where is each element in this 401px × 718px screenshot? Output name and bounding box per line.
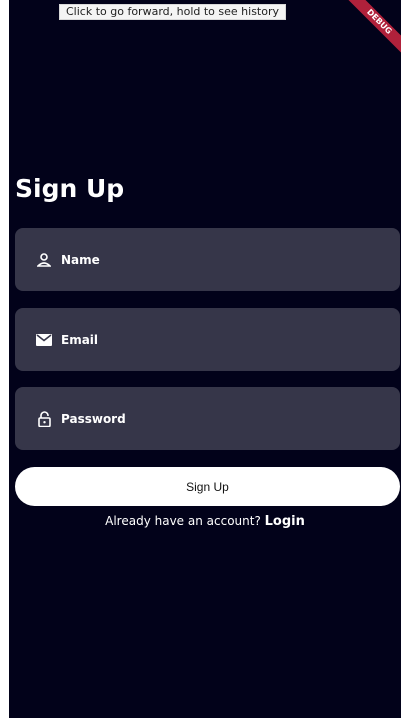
debug-banner: DEBUG <box>346 0 401 55</box>
password-field[interactable]: Password <box>15 387 400 450</box>
app-screen: Click to go forward, hold to see history… <box>9 0 401 718</box>
page-title: Sign Up <box>15 174 125 203</box>
person-icon <box>35 251 53 269</box>
name-field-label: Name <box>61 252 100 267</box>
login-prompt-text: Already have an account? <box>105 514 265 528</box>
password-field-label: Password <box>61 411 126 426</box>
navigation-tooltip: Click to go forward, hold to see history <box>59 4 286 20</box>
lock-icon <box>35 410 53 428</box>
name-field[interactable]: Name <box>15 228 400 291</box>
email-field[interactable]: Email <box>15 308 400 371</box>
login-prompt: Already have an account? Login <box>9 514 401 529</box>
sign-up-button[interactable]: Sign Up <box>15 467 400 506</box>
email-field-label: Email <box>61 332 99 347</box>
login-link[interactable]: Login <box>265 514 305 529</box>
mail-icon <box>35 331 53 349</box>
